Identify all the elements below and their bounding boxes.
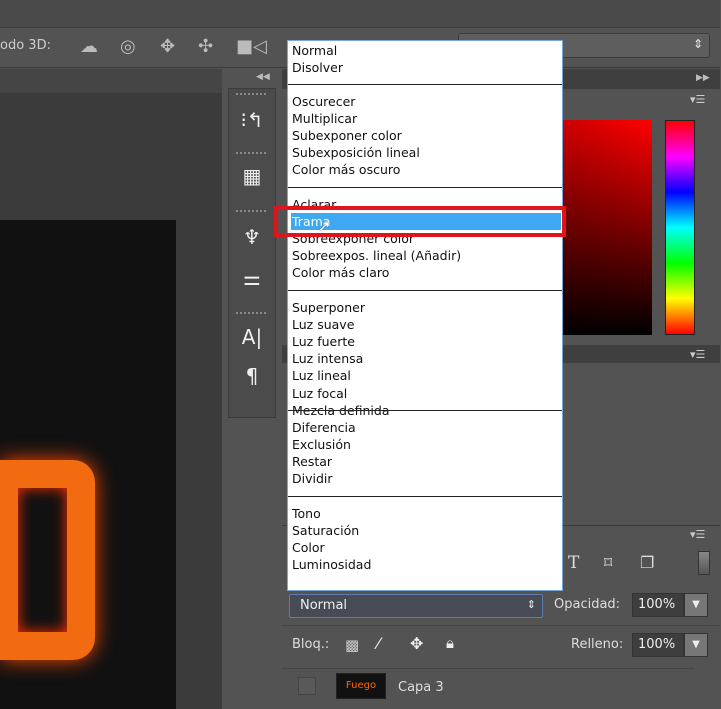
type-layer-filter-icon[interactable]: T: [568, 553, 579, 573]
blend-mode-option[interactable]: Sobreexpos. lineal (Añadir): [291, 247, 561, 264]
3d-slide-icon[interactable]: ✣: [198, 36, 213, 57]
menu-separator: [288, 290, 562, 291]
blend-mode-select[interactable]: Normal ⇕: [289, 594, 543, 618]
opacity-label: Opacidad:: [554, 597, 621, 612]
panel-menu-icon[interactable]: ▾☰: [690, 93, 705, 106]
filter-toggle[interactable]: [698, 551, 710, 575]
color-field[interactable]: [560, 120, 652, 335]
blend-mode-option[interactable]: Color más oscuro: [291, 161, 561, 178]
document-tab-bar: [0, 69, 222, 93]
blend-mode-option[interactable]: Luz suave: [291, 316, 561, 333]
layer-name[interactable]: Capa 3: [398, 680, 444, 695]
smart-object-filter-icon[interactable]: ❐: [640, 553, 654, 572]
blend-mode-option[interactable]: Color más claro: [291, 264, 561, 281]
3d-orbit-icon[interactable]: ☁: [80, 36, 98, 57]
3d-roll-icon[interactable]: ◎: [120, 36, 136, 57]
expand-panels-icon[interactable]: ▶▶: [696, 73, 710, 83]
lock-label: Bloq.:: [292, 637, 330, 652]
brushes-icon[interactable]: ♆: [232, 225, 272, 249]
hue-slider[interactable]: [665, 120, 695, 335]
menu-separator: [288, 187, 562, 188]
blend-mode-option[interactable]: Luz focal: [291, 385, 561, 402]
blend-mode-option[interactable]: Luz intensa: [291, 350, 561, 367]
updown-icon: ⇕: [692, 37, 703, 51]
blend-mode-option[interactable]: Disolver: [291, 59, 561, 76]
divider: [282, 625, 720, 626]
shape-layer-filter-icon[interactable]: ⌑: [604, 553, 612, 572]
fill-input[interactable]: 100%: [632, 633, 684, 657]
blend-mode-option[interactable]: Multiplicar: [291, 110, 561, 127]
fire-letter-artwork: [0, 460, 95, 660]
fill-label: Relleno:: [571, 637, 624, 652]
blend-mode-option[interactable]: Luminosidad: [291, 556, 561, 573]
blend-mode-value: Normal: [300, 598, 348, 613]
grip[interactable]: [236, 312, 266, 315]
top-bar: [0, 0, 720, 28]
blend-mode-option[interactable]: Tono: [291, 505, 561, 522]
layer-thumbnail: Fuego: [336, 673, 386, 699]
blend-mode-option[interactable]: Luz lineal: [291, 367, 561, 384]
history-icon[interactable]: ⁝↰: [232, 108, 272, 132]
blend-mode-option[interactable]: Color: [291, 539, 561, 556]
blend-mode-option[interactable]: Luz fuerte: [291, 333, 561, 350]
blend-mode-option[interactable]: Dividir: [291, 470, 561, 487]
grip[interactable]: [236, 210, 266, 213]
blend-mode-option[interactable]: Restar: [291, 453, 561, 470]
blend-mode-option[interactable]: Saturación: [291, 522, 561, 539]
visibility-toggle[interactable]: [298, 677, 316, 695]
lock-pixels-brush-icon[interactable]: ⁄: [377, 634, 380, 653]
3d-object-icon[interactable]: ▦: [232, 164, 272, 188]
updown-icon: ⇕: [526, 598, 536, 611]
opacity-dropdown-icon[interactable]: ▼: [684, 593, 708, 617]
lock-position-icon[interactable]: ✥: [410, 634, 423, 653]
menu-separator: [288, 496, 562, 497]
grip[interactable]: [236, 152, 266, 155]
paragraph-icon[interactable]: ¶: [232, 364, 272, 388]
panel-menu-icon[interactable]: ▾☰: [690, 348, 705, 361]
blend-mode-option[interactable]: Superponer: [291, 299, 561, 316]
blend-mode-option[interactable]: Oscurecer: [291, 93, 561, 110]
3d-pan-icon[interactable]: ✥: [160, 36, 175, 57]
lock-all-icon[interactable]: 🔒︎: [446, 634, 454, 652]
character-icon[interactable]: A|: [232, 325, 272, 349]
mouse-cursor-icon: ➚: [318, 217, 331, 235]
blend-mode-option[interactable]: Normal: [291, 42, 561, 59]
mode-3d-label: odo 3D:: [0, 38, 51, 53]
adjust-icon[interactable]: ⚌: [232, 266, 272, 290]
panel-menu-icon[interactable]: ▾☰: [690, 528, 705, 541]
menu-separator: [288, 410, 562, 411]
fill-dropdown-icon[interactable]: ▼: [684, 633, 708, 657]
lock-transparency-icon[interactable]: ▩: [345, 636, 359, 654]
grip[interactable]: [236, 93, 266, 96]
blend-mode-option[interactable]: Subexposición lineal: [291, 144, 561, 161]
3d-camera-icon[interactable]: ■◁: [236, 36, 267, 57]
blend-mode-menu: Normal Disolver Oscurecer Multiplicar Subexp…: [287, 40, 563, 591]
blend-mode-option[interactable]: Exclusión: [291, 436, 561, 453]
collapse-panels-icon[interactable]: ◀◀: [256, 72, 270, 82]
blend-mode-option[interactable]: Diferencia: [291, 419, 561, 436]
menu-separator: [288, 84, 562, 85]
blend-mode-option[interactable]: Subexponer color: [291, 127, 561, 144]
opacity-input[interactable]: 100%: [632, 593, 684, 617]
